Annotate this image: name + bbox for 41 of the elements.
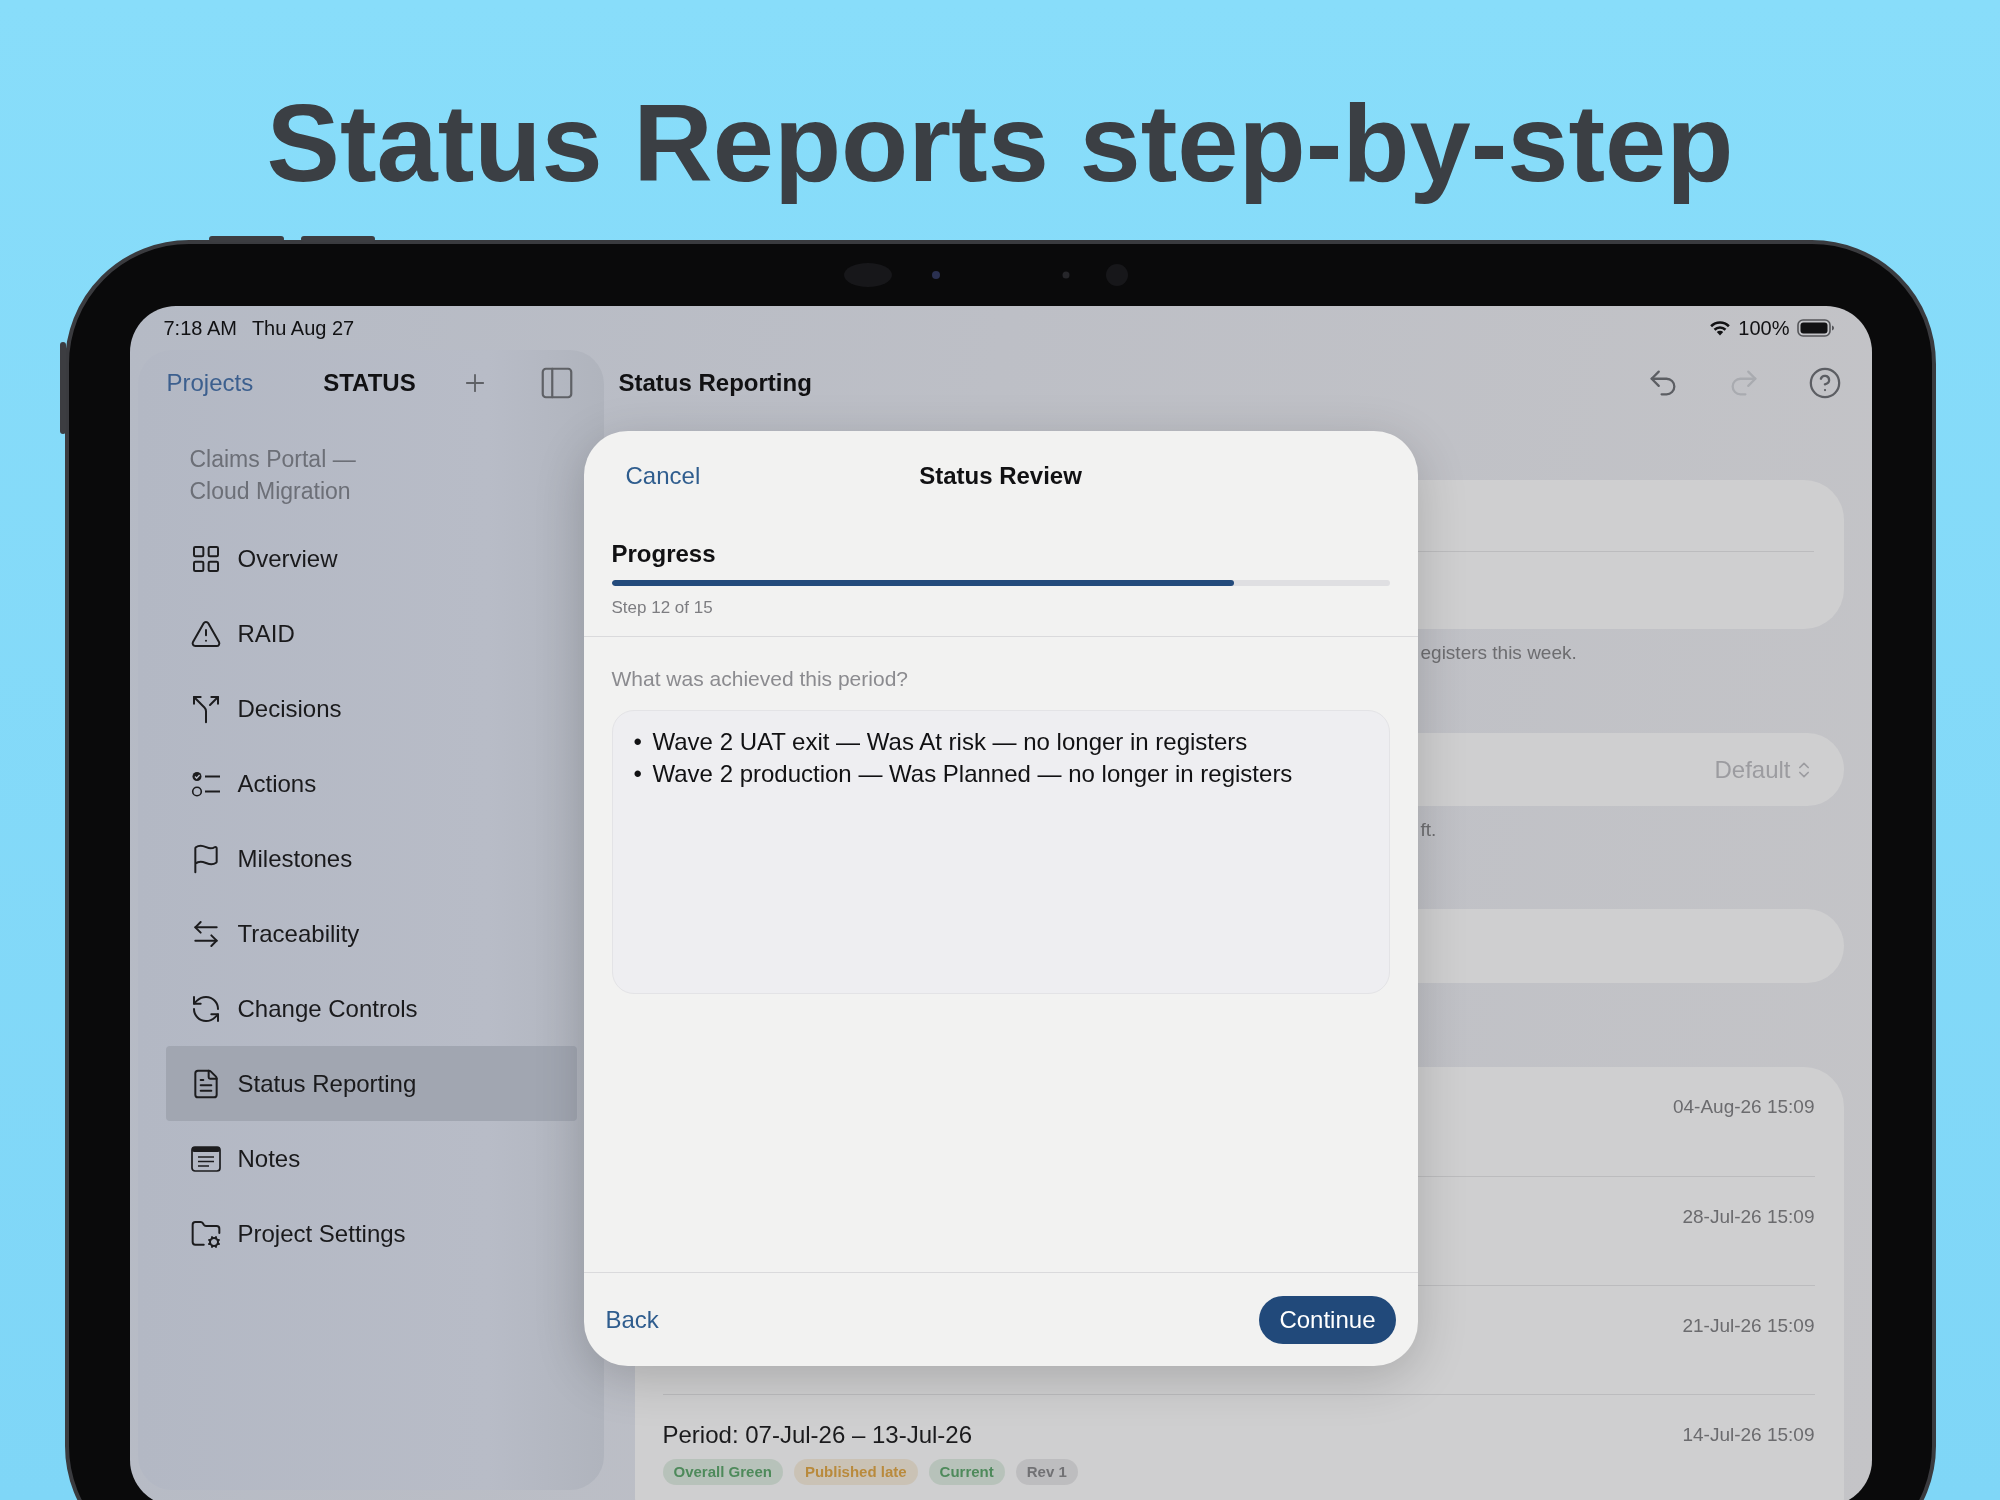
back-button[interactable]: Back xyxy=(605,1305,659,1334)
sidebar-item[interactable]: Actions xyxy=(165,746,577,821)
sidebar-item[interactable]: Overview xyxy=(165,521,577,596)
status-tag: Overall Green xyxy=(662,1459,783,1485)
footnote-text: ft. xyxy=(1420,818,1437,842)
page-title: Status Reporting xyxy=(618,369,812,397)
help-icon[interactable] xyxy=(1807,366,1842,400)
page-headline: Status Reports step-by-step xyxy=(266,80,1734,206)
question-label: What was achieved this period? xyxy=(611,666,909,692)
footnote-text: egisters this week. xyxy=(1420,641,1577,665)
sidebar-item[interactable]: Change Controls xyxy=(165,971,577,1046)
wifi-icon xyxy=(1709,320,1732,336)
sidebar-item[interactable]: Notes xyxy=(165,1121,577,1196)
section-title: Progress xyxy=(611,540,717,568)
status-tag: Current xyxy=(928,1459,1005,1485)
status-time: 7:18 AM xyxy=(163,316,237,340)
hardware-button[interactable] xyxy=(59,342,66,434)
continue-button[interactable]: Continue xyxy=(1259,1295,1396,1344)
sidebar-item[interactable]: Decisions xyxy=(165,671,577,746)
report-date: 14-Jul-26 15:09 xyxy=(1682,1423,1815,1447)
sidebar-item[interactable]: Milestones xyxy=(165,821,577,896)
answer-field[interactable]: • Wave 2 UAT exit — Was At risk — no longer in registers • Wave 2 production — Was Planned — no longer in registers xyxy=(611,710,1390,994)
app-title: STATUS xyxy=(323,369,416,397)
cancel-button[interactable]: Cancel xyxy=(625,462,701,490)
sidebar-item[interactable]: Project Settings xyxy=(165,1196,577,1271)
status-tag: Rev 1 xyxy=(1015,1459,1078,1485)
report-date: 04-Aug-26 15:09 xyxy=(1672,1095,1815,1119)
sidebar-item[interactable]: RAID xyxy=(165,596,577,671)
battery-percent: 100% xyxy=(1738,316,1790,340)
battery-icon xyxy=(1796,319,1835,337)
report-date: 21-Jul-26 15:09 xyxy=(1682,1314,1815,1338)
sidebar-item[interactable]: Traceability xyxy=(165,896,577,971)
dialog-title: Status Review xyxy=(919,462,1082,490)
report-date: 28-Jul-26 15:09 xyxy=(1682,1205,1815,1229)
step-caption: Step 12 of 15 xyxy=(611,598,714,618)
sidebar-item[interactable]: Status Reporting xyxy=(165,1046,577,1121)
status-tag: Published late xyxy=(793,1459,918,1485)
front-camera-icon xyxy=(842,262,1129,288)
report-period: Period: 07-Jul-26 – 13-Jul-26 xyxy=(662,1421,973,1449)
project-title: Claims Portal — Cloud Migration xyxy=(189,445,357,506)
status-date: Thu Aug 27 xyxy=(251,316,355,340)
